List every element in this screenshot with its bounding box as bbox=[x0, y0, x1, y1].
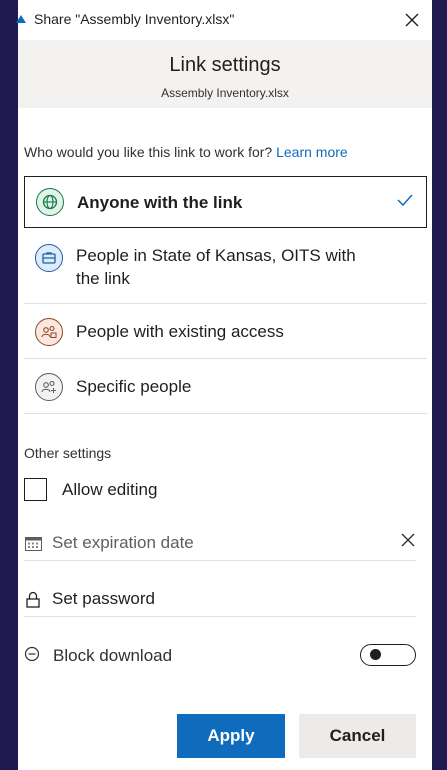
people-icon bbox=[35, 317, 63, 346]
password-input[interactable]: Set password bbox=[52, 589, 155, 609]
window-title: Share "Assembly Inventory.xlsx" bbox=[34, 11, 235, 27]
other-settings-title: Other settings bbox=[24, 445, 112, 461]
toggle-knob bbox=[370, 649, 381, 660]
cancel-button[interactable]: Cancel bbox=[299, 714, 416, 758]
page-title: Link settings bbox=[169, 54, 281, 76]
learn-more-link[interactable]: Learn more bbox=[276, 144, 348, 160]
option-label: Specific people bbox=[76, 377, 192, 396]
allow-editing-label: Allow editing bbox=[62, 479, 158, 499]
password-field[interactable]: Set password bbox=[24, 582, 416, 617]
expiration-date-input[interactable]: Set expiration date bbox=[52, 533, 194, 553]
option-organization[interactable]: People in State of Kansas, OITS with the… bbox=[24, 230, 427, 304]
allow-editing-checkbox[interactable]: Allow editing bbox=[24, 478, 157, 501]
close-button[interactable] bbox=[398, 6, 426, 34]
onedrive-icon bbox=[16, 15, 26, 23]
checkbox[interactable] bbox=[24, 478, 47, 501]
clear-date-button[interactable] bbox=[400, 532, 416, 553]
block-download-label: Block download bbox=[53, 646, 173, 665]
title-bar: Share "Assembly Inventory.xlsx" bbox=[16, 0, 432, 40]
link-settings-header: Link settings Assembly Inventory.xlsx bbox=[18, 40, 432, 108]
option-existing-access[interactable]: People with existing access bbox=[24, 305, 427, 359]
checkmark-icon bbox=[397, 194, 413, 207]
audience-question-text: Who would you like this link to work for… bbox=[24, 144, 273, 160]
block-icon bbox=[24, 646, 40, 667]
option-label: People in State of Kansas, OITS with the… bbox=[76, 245, 356, 288]
close-icon bbox=[405, 13, 419, 27]
lock-icon bbox=[24, 591, 42, 608]
block-download-toggle[interactable] bbox=[360, 644, 416, 666]
close-icon bbox=[401, 533, 415, 547]
expiration-date-field[interactable]: Set expiration date bbox=[24, 526, 416, 561]
building-icon bbox=[35, 243, 63, 272]
globe-icon bbox=[36, 188, 64, 216]
share-dialog: Share "Assembly Inventory.xlsx" Link set… bbox=[16, 0, 432, 770]
apply-button[interactable]: Apply bbox=[177, 714, 285, 758]
option-label: People with existing access bbox=[76, 322, 284, 341]
option-anyone[interactable]: Anyone with the link bbox=[24, 176, 427, 228]
file-name: Assembly Inventory.xlsx bbox=[161, 86, 289, 100]
person-add-icon bbox=[35, 372, 63, 401]
audience-question: Who would you like this link to work for… bbox=[24, 144, 348, 160]
option-label: Anyone with the link bbox=[77, 192, 243, 212]
option-specific-people[interactable]: Specific people bbox=[24, 360, 427, 414]
calendar-icon bbox=[24, 536, 42, 551]
block-download-row: Block download bbox=[24, 642, 416, 670]
